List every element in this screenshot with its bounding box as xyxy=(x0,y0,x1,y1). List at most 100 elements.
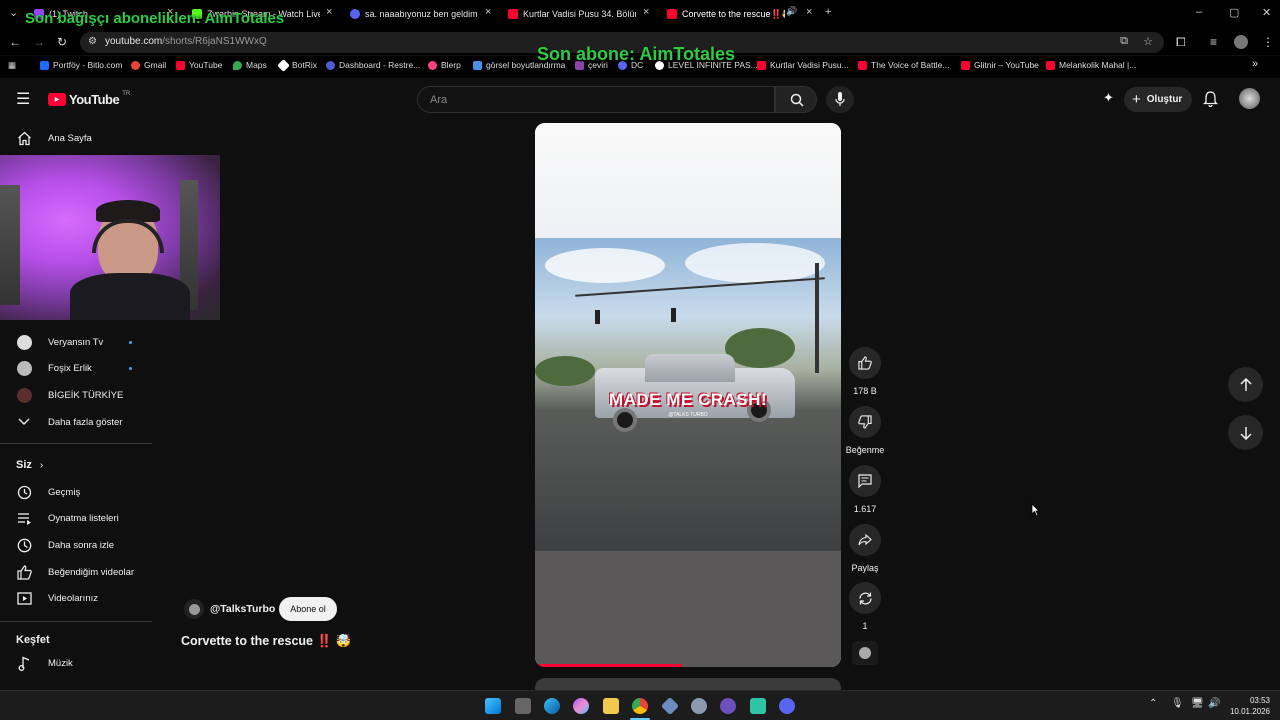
notifications-bell-icon[interactable] xyxy=(1203,91,1218,107)
search-input[interactable]: Ara xyxy=(417,86,775,113)
microphone-icon[interactable]: 🎙 xyxy=(1171,698,1184,709)
sidebar-subscription-item[interactable]: Foşix Erlik xyxy=(0,355,152,381)
discord-icon[interactable] xyxy=(779,698,795,714)
bookmark-item[interactable]: Gmail xyxy=(131,60,166,70)
file-explorer-icon[interactable] xyxy=(603,698,619,714)
dislike-button[interactable]: Beğenme xyxy=(845,406,885,455)
new-tab-button[interactable]: + xyxy=(825,6,831,18)
sidebar-show-more[interactable]: Daha fazla göster xyxy=(0,409,152,435)
minimize-icon[interactable]: – xyxy=(1196,6,1202,18)
channel-avatar[interactable] xyxy=(184,599,204,619)
previous-short-button[interactable] xyxy=(1228,367,1263,402)
bookmark-item[interactable]: The Voice of Battle... xyxy=(858,60,949,70)
app-icon[interactable] xyxy=(660,696,680,716)
sidebar-item-playlists[interactable]: Oynatma listeleri xyxy=(0,505,152,531)
close-icon[interactable]: × xyxy=(326,6,332,18)
settings-icon[interactable] xyxy=(691,698,707,714)
extensions-icon[interactable]: ⧠ xyxy=(1176,35,1186,50)
menu-icon[interactable]: ⋮ xyxy=(1262,35,1274,49)
sidebar-section-you[interactable]: Siz › xyxy=(16,459,43,471)
sidebar-item-history[interactable]: Geçmiş xyxy=(0,479,152,505)
start-menu-icon[interactable] xyxy=(485,698,501,714)
sidebar-divider xyxy=(0,621,152,622)
hamburger-menu-icon[interactable]: ☰ xyxy=(16,89,30,109)
reload-icon[interactable]: ↻ xyxy=(57,35,67,49)
system-clock[interactable]: 03:53 10.01.2026 xyxy=(1230,695,1270,717)
bookmark-label: YouTube xyxy=(189,60,223,70)
volume-icon[interactable]: 🔊 xyxy=(1208,698,1220,709)
bookmark-item[interactable]: BotRix xyxy=(277,58,317,72)
comments-button[interactable]: 1.617 xyxy=(845,465,885,514)
bookmark-item[interactable]: Maps xyxy=(233,60,267,70)
remix-button[interactable]: 1 xyxy=(845,582,885,631)
close-icon[interactable]: × xyxy=(643,6,649,18)
media-controls-icon[interactable]: ≡ xyxy=(1210,35,1217,49)
youtube-icon xyxy=(667,9,677,19)
close-icon[interactable]: × xyxy=(485,6,491,18)
app-icon[interactable] xyxy=(750,698,766,714)
copilot-icon[interactable] xyxy=(573,698,589,714)
bookmark-item[interactable]: Glitnir – YouTube xyxy=(961,60,1039,70)
tab-search-icon[interactable]: ⌄ xyxy=(9,6,18,19)
video-bottom-letterbox xyxy=(535,551,841,667)
next-short-preview[interactable] xyxy=(535,678,841,690)
remix-count: 1 xyxy=(862,621,868,631)
tab-restream[interactable]: sa. naaabıyonuz ben geldim - K xyxy=(350,5,478,23)
bookmark-item[interactable]: YouTube xyxy=(176,60,222,70)
network-icon[interactable]: 🖥 xyxy=(1191,698,1204,709)
sidebar-item-label: BİGEİK TÜRKİYE xyxy=(48,389,124,401)
next-short-button[interactable] xyxy=(1228,415,1263,450)
apps-icon[interactable]: ▦ xyxy=(8,60,16,71)
sidebar-item-label: Oynatma listeleri xyxy=(48,512,119,524)
share-button[interactable]: Paylaş xyxy=(845,524,885,573)
site-info-icon[interactable]: ⚙ xyxy=(88,36,97,47)
video-progress-bar[interactable] xyxy=(535,664,682,667)
sidebar-subscription-item[interactable]: Veryansın Tv xyxy=(0,329,152,355)
channel-name[interactable]: @TalksTurbo xyxy=(210,603,275,615)
close-icon[interactable]: × xyxy=(806,6,812,18)
bookmark-item[interactable]: Melankolik Mahal |... xyxy=(1046,60,1136,70)
sound-thumbnail[interactable] xyxy=(852,641,878,665)
create-button[interactable]: + Oluştur xyxy=(1124,87,1192,112)
profile-avatar[interactable] xyxy=(1234,35,1248,49)
like-button[interactable]: 178 B xyxy=(845,347,885,396)
shorts-video-player[interactable]: MADE ME CRASH! @TALKS TURBO xyxy=(535,123,841,667)
youtube-icon xyxy=(961,60,970,70)
video-frame: MADE ME CRASH! @TALKS TURBO xyxy=(535,238,841,551)
share-icon xyxy=(849,524,881,556)
bookmark-item[interactable]: Blerp xyxy=(428,60,461,70)
search-button[interactable] xyxy=(775,86,817,113)
traffic-light-icon xyxy=(595,310,600,324)
account-avatar[interactable] xyxy=(1239,88,1260,109)
voice-search-button[interactable] xyxy=(826,86,854,113)
youtube-logo[interactable]: ▶ YouTube TR xyxy=(48,91,130,107)
subscribe-button[interactable]: Abone ol xyxy=(279,597,337,621)
sidebar-item-music[interactable]: Müzik xyxy=(0,650,152,676)
sidebar-section-explore: Keşfet xyxy=(16,634,50,646)
sidebar-item-liked-videos[interactable]: Beğendiğim videolar xyxy=(0,559,152,585)
install-app-icon[interactable]: ⧉ xyxy=(1120,35,1128,48)
ai-sparkle-icon[interactable]: ✦ xyxy=(1103,90,1114,106)
sidebar-item-home[interactable]: Ana Sayfa xyxy=(0,125,152,151)
bookmark-item[interactable]: Kurtlar Vadisi Pusu... xyxy=(757,60,849,70)
video-title[interactable]: Corvette to the rescue ‼️ 🤯 xyxy=(181,634,351,649)
bookmark-item[interactable]: Portföy - Bitlo.com xyxy=(40,60,122,70)
tab-corvette-active[interactable]: Corvette to the rescue‼️🤯 xyxy=(667,5,785,23)
maximize-icon[interactable]: ▢ xyxy=(1229,6,1239,19)
chrome-icon[interactable] xyxy=(632,698,648,714)
sidebar-item-watch-later[interactable]: Daha sonra izle xyxy=(0,532,152,558)
task-view-icon[interactable] xyxy=(515,698,531,714)
bookmarks-overflow-icon[interactable]: » xyxy=(1252,58,1258,70)
edge-icon[interactable] xyxy=(544,698,560,714)
bookmark-item[interactable]: Dashboard - Restre... xyxy=(326,60,420,70)
obs-icon[interactable] xyxy=(720,698,736,714)
forward-icon[interactable]: → xyxy=(33,35,45,49)
sidebar-item-your-videos[interactable]: Videolarınız xyxy=(0,585,152,611)
window-close-icon[interactable]: ✕ xyxy=(1262,6,1271,19)
back-icon[interactable]: ← xyxy=(9,35,21,49)
tab-kurtlar-vadisi[interactable]: Kurtlar Vadisi Pusu 34. Bölüm F xyxy=(508,5,636,23)
sidebar-subscription-item[interactable]: BİGEİK TÜRKİYE xyxy=(0,382,152,408)
bookmark-star-icon[interactable]: ☆ xyxy=(1143,35,1153,48)
thumbs-up-icon xyxy=(849,347,881,379)
chevron-up-icon[interactable]: ⌃ xyxy=(1149,698,1157,709)
